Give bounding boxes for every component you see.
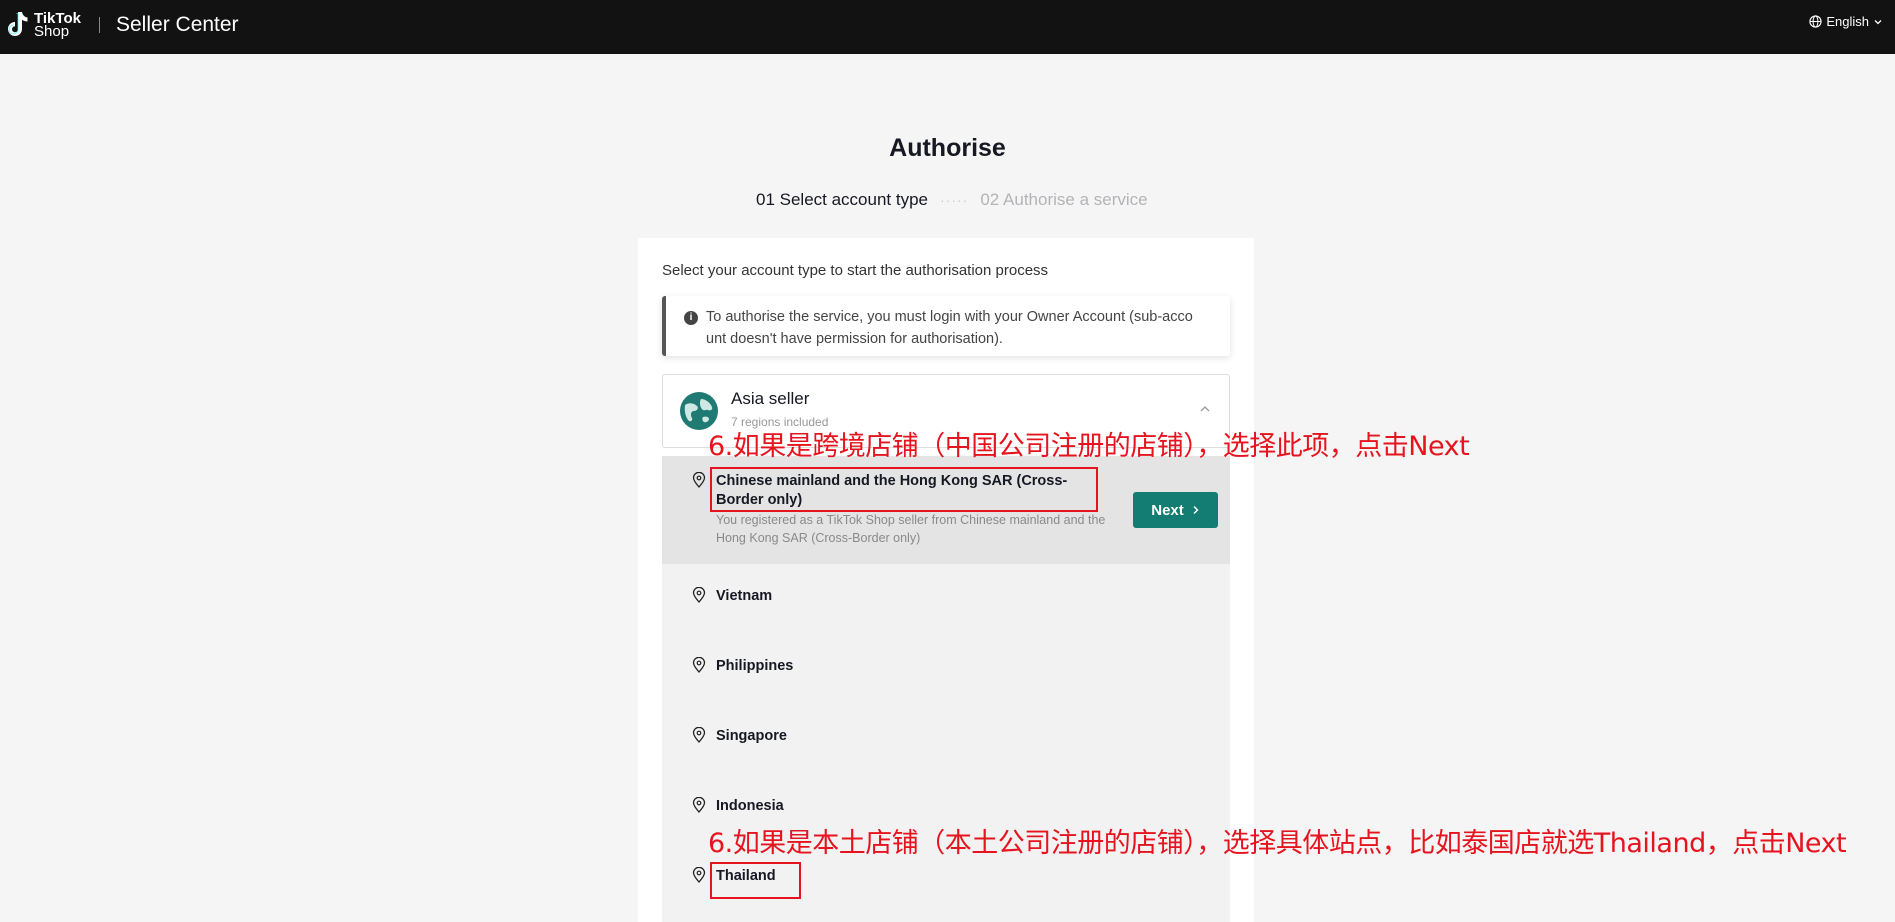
language-label: English — [1826, 14, 1869, 29]
step-indicator: 01 Select account type ····· 02 Authoris… — [756, 190, 1148, 210]
info-icon: i — [684, 311, 698, 325]
notice-text: To authorise the service, you must login… — [706, 309, 1193, 347]
region-option-vietnam[interactable]: Vietnam — [662, 564, 1230, 634]
globe-icon — [1809, 15, 1822, 28]
location-pin-icon — [692, 472, 706, 488]
header-divider — [99, 17, 100, 33]
next-button[interactable]: Next — [1133, 492, 1218, 528]
tiktok-shop-logo[interactable]: TikTok Shop — [4, 10, 81, 40]
chevron-right-icon — [1193, 506, 1199, 514]
card-hint: Select your account type to start the au… — [662, 262, 1049, 279]
step-1-label: 01 Select account type — [756, 190, 929, 209]
region-name: Indonesia — [716, 798, 784, 814]
region-description: You registered as a TikTok Shop seller f… — [716, 513, 1106, 545]
chevron-down-icon — [1874, 19, 1882, 24]
annotation-local: 6.如果是本土店铺（本土公司注册的店铺），选择具体站点，比如泰国店就选Thail… — [708, 828, 1847, 859]
location-pin-icon — [692, 867, 706, 883]
logo-text: TikTok Shop — [34, 11, 81, 39]
region-name: Vietnam — [716, 588, 773, 604]
app-title: Seller Center — [116, 13, 239, 36]
language-selector[interactable]: English — [1809, 14, 1883, 29]
highlight-box-thailand — [710, 862, 801, 899]
step-2-label: 02 Authorise a service — [980, 190, 1148, 209]
region-option-singapore[interactable]: Singapore — [662, 704, 1230, 774]
page-title: Authorise — [889, 134, 1006, 162]
next-button-label: Next — [1151, 501, 1184, 519]
location-pin-icon — [692, 657, 706, 673]
location-pin-icon — [692, 587, 706, 603]
tiktok-logo-icon — [8, 12, 28, 36]
owner-account-notice: i To authorise the service, you must log… — [662, 296, 1230, 356]
location-pin-icon — [692, 727, 706, 743]
region-name: Singapore — [716, 728, 787, 744]
chevron-up-icon[interactable] — [1199, 403, 1211, 415]
highlight-box-cross-border — [710, 467, 1098, 512]
top-bar: TikTok Shop Seller Center English — [0, 0, 1895, 54]
step-separator: ····· — [940, 192, 969, 208]
region-option-philippines[interactable]: Philippines — [662, 634, 1230, 704]
annotation-cross-border: 6.如果是跨境店铺（中国公司注册的店铺），选择此项，点击Next — [708, 431, 1470, 462]
account-type-card: Select your account type to start the au… — [638, 238, 1254, 922]
seller-group-name: Asia seller — [731, 389, 810, 408]
location-pin-icon — [692, 797, 706, 813]
region-name: Philippines — [716, 658, 794, 674]
